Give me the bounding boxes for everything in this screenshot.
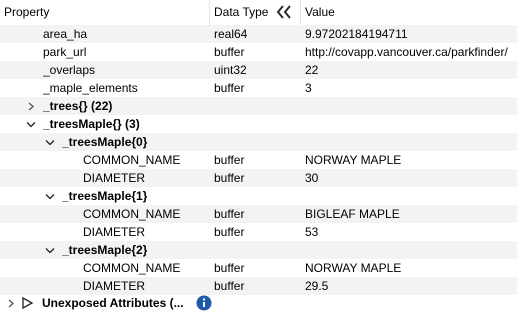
property-name: DIAMETER xyxy=(83,279,146,293)
attribute-row[interactable]: COMMON_NAME buffer BIGLEAF MAPLE xyxy=(0,205,517,223)
chevron-right-icon xyxy=(28,102,34,111)
data-type: buffer xyxy=(214,279,245,293)
property-name: _maple_elements xyxy=(43,81,138,95)
expand-toggle[interactable] xyxy=(25,97,37,115)
property-name: park_url xyxy=(43,45,87,59)
collapse-columns-button[interactable] xyxy=(275,4,295,20)
value: 9.97202184194711 xyxy=(305,27,408,41)
property-name: _trees{} (22) xyxy=(43,99,113,113)
attribute-row[interactable]: DIAMETER buffer 53 xyxy=(0,223,517,241)
column-divider[interactable] xyxy=(300,0,301,25)
list-attribute-row[interactable]: _treesMaple{} (3) xyxy=(0,115,517,133)
property-name: _overlaps xyxy=(43,63,96,77)
value: 30 xyxy=(305,171,319,185)
value-column-header[interactable]: Value xyxy=(305,0,335,25)
property-name: DIAMETER xyxy=(83,171,146,185)
column-divider[interactable] xyxy=(209,0,210,25)
value: BIGLEAF MAPLE xyxy=(305,207,400,221)
expand-toggle[interactable] xyxy=(5,294,17,312)
data-type: real64 xyxy=(214,27,248,41)
list-attribute-row[interactable]: _trees{} (22) xyxy=(0,97,517,115)
list-element-row[interactable]: _treesMaple{1} xyxy=(0,187,517,205)
data-type: buffer xyxy=(214,261,245,275)
unexposed-attributes-label: Unexposed Attributes (... xyxy=(42,296,184,310)
attribute-row[interactable]: park_url buffer http://covapp.vancouver.… xyxy=(0,43,517,61)
property-name: _treesMaple{1} xyxy=(62,189,148,203)
collapse-toggle[interactable] xyxy=(44,241,56,259)
chevron-down-icon xyxy=(45,248,55,254)
value: 22 xyxy=(305,63,319,77)
chevron-right-icon xyxy=(8,299,14,308)
property-name: _treesMaple{0} xyxy=(62,135,148,149)
list-element-row[interactable]: _treesMaple{0} xyxy=(0,133,517,151)
collapse-toggle[interactable] xyxy=(44,133,56,151)
property-column-header[interactable]: Property xyxy=(4,0,49,25)
data-type: buffer xyxy=(214,153,245,167)
value: 3 xyxy=(305,81,312,95)
value: NORWAY MAPLE xyxy=(305,153,402,167)
property-name: COMMON_NAME xyxy=(83,261,181,275)
chevron-down-icon xyxy=(45,140,55,146)
value: NORWAY MAPLE xyxy=(305,261,402,275)
value: 29.5 xyxy=(305,279,329,293)
attribute-row[interactable]: area_ha real64 9.97202184194711 xyxy=(0,25,517,43)
attribute-row[interactable]: _overlaps uint32 22 xyxy=(0,61,517,79)
chevron-down-icon xyxy=(26,122,36,128)
attribute-row[interactable]: DIAMETER buffer 30 xyxy=(0,169,517,187)
unexposed-attributes-row[interactable]: Unexposed Attributes (... xyxy=(0,294,517,312)
property-name: DIAMETER xyxy=(83,225,146,239)
data-type: buffer xyxy=(214,45,245,59)
property-name: _treesMaple{} (3) xyxy=(43,117,140,131)
collapse-toggle[interactable] xyxy=(44,187,56,205)
attribute-row[interactable]: COMMON_NAME buffer NORWAY MAPLE xyxy=(0,151,517,169)
data-type: buffer xyxy=(214,225,245,239)
data-type-column-header[interactable]: Data Type xyxy=(214,0,268,25)
column-header: Property Data Type Value xyxy=(0,0,517,26)
property-name: area_ha xyxy=(43,27,88,41)
property-name: _treesMaple{2} xyxy=(62,243,148,257)
data-type: buffer xyxy=(214,207,245,221)
collapse-toggle[interactable] xyxy=(25,115,37,133)
data-type: uint32 xyxy=(214,63,247,77)
value: http://covapp.vancouver.ca/parkfinder/ xyxy=(305,45,508,59)
unexposed-arrow-icon xyxy=(21,294,35,312)
attribute-row[interactable]: _maple_elements buffer 3 xyxy=(0,79,517,97)
data-type: buffer xyxy=(214,171,245,185)
list-element-row[interactable]: _treesMaple{2} xyxy=(0,241,517,259)
attribute-row[interactable]: DIAMETER buffer 29.5 xyxy=(0,277,517,295)
property-name: COMMON_NAME xyxy=(83,207,181,221)
property-name: COMMON_NAME xyxy=(83,153,181,167)
double-chevron-left-icon xyxy=(276,5,291,19)
attribute-row[interactable]: COMMON_NAME buffer NORWAY MAPLE xyxy=(0,259,517,277)
chevron-down-icon xyxy=(45,194,55,200)
value: 53 xyxy=(305,225,319,239)
data-type: buffer xyxy=(214,81,245,95)
info-icon[interactable] xyxy=(196,295,212,313)
